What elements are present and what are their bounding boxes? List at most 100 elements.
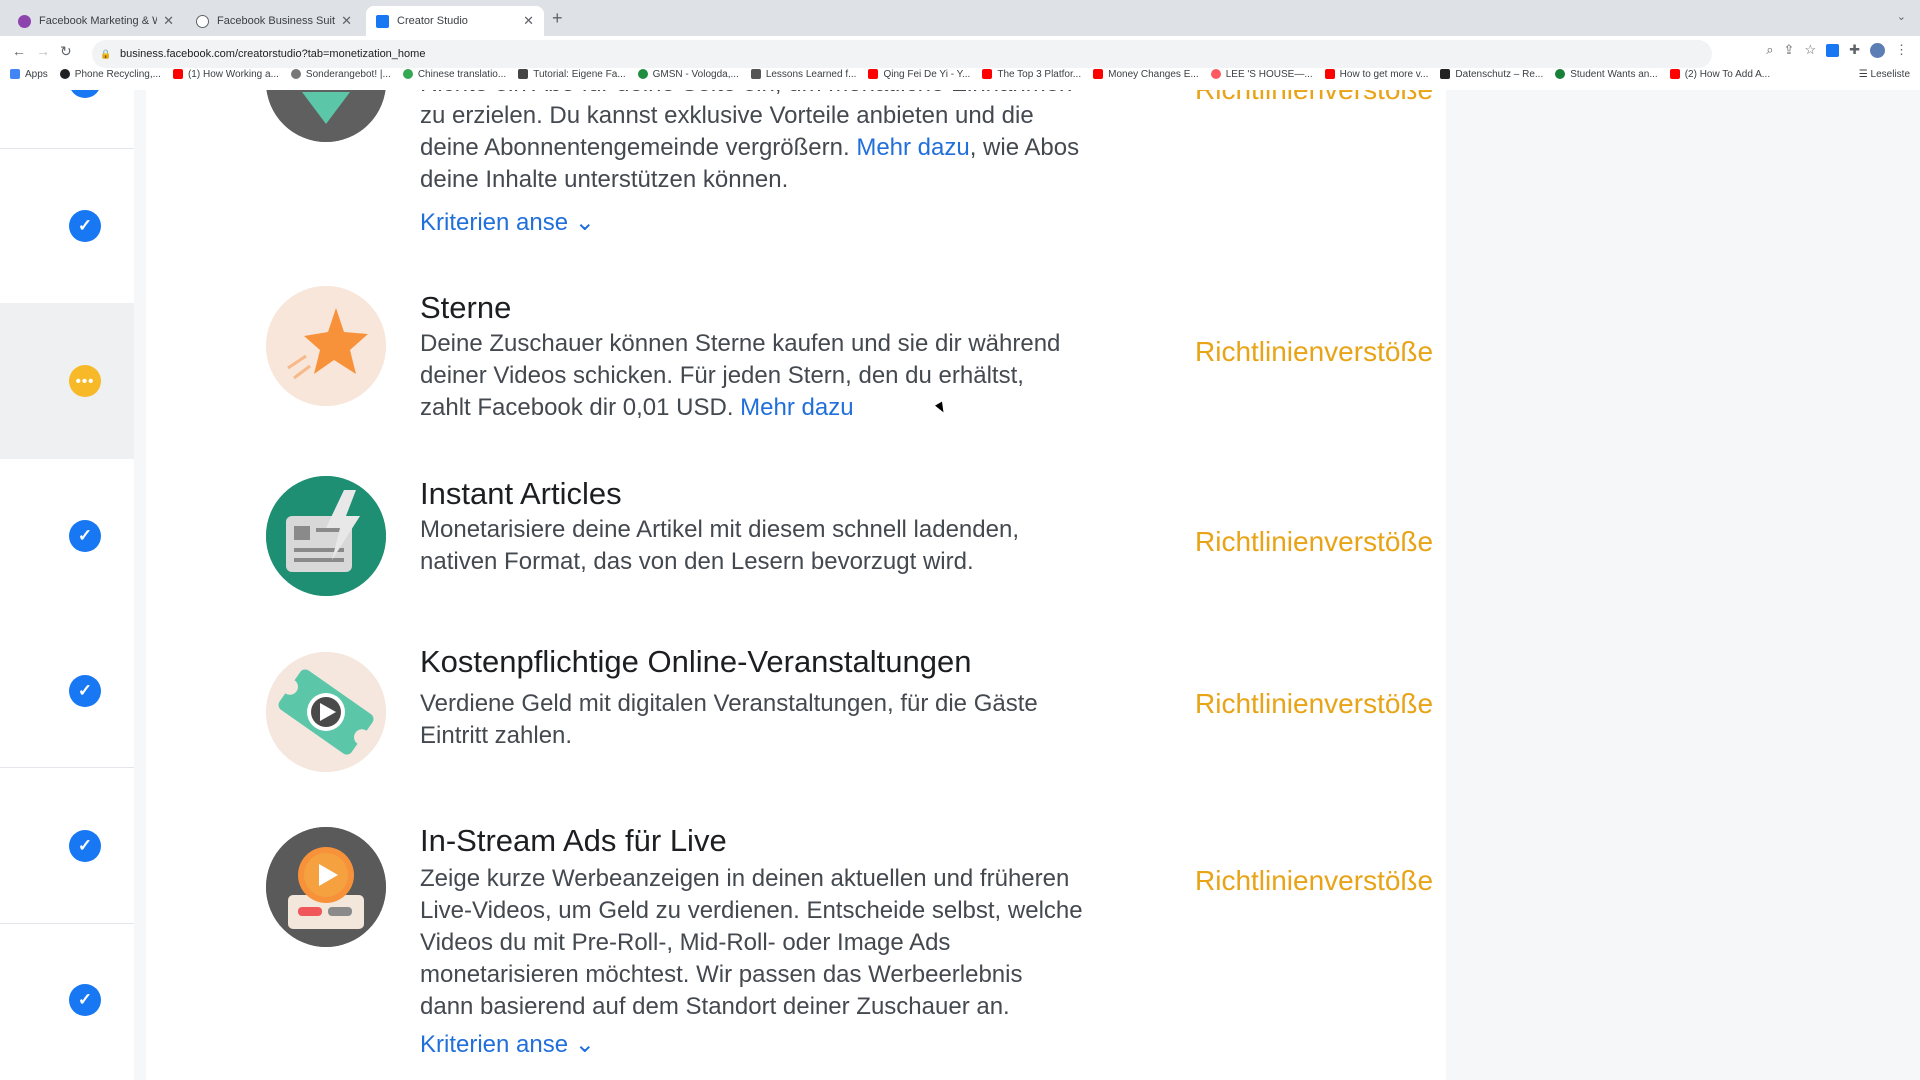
desc-line: Videos du mit Pre-Roll-, Mid-Roll- oder … bbox=[420, 929, 951, 956]
status-badge: Richtlinienverstöße bbox=[1195, 688, 1434, 719]
bookmark-item[interactable]: Lessons Learned f... bbox=[750, 68, 857, 80]
check-icon: ✓ bbox=[69, 830, 101, 862]
desc-text: , wie Abos bbox=[969, 134, 1080, 161]
close-icon[interactable]: ✕ bbox=[341, 13, 352, 29]
browser-tab-fb-marketing[interactable]: Facebook Marketing & Werbe... ✕ bbox=[8, 6, 184, 36]
youtube-icon bbox=[1093, 69, 1104, 79]
lightning-article-icon bbox=[266, 476, 386, 596]
in-stream-ads-thumbnail bbox=[266, 827, 386, 947]
status-rail: ✓ ✓ ••• ✓ ✓ ✓ ✓ bbox=[0, 90, 134, 1080]
bookmark-label: Apps bbox=[25, 68, 48, 80]
desc-line: Zeige kurze Werbeanzeigen in deinen aktu… bbox=[420, 865, 1070, 892]
bookmark-item[interactable]: Phone Recycling,... bbox=[59, 68, 161, 80]
check-icon: ✓ bbox=[69, 984, 101, 1016]
close-icon[interactable]: ✕ bbox=[163, 13, 174, 29]
extensions-icon[interactable]: ✚ bbox=[1849, 42, 1860, 58]
bookmark-label: (2) How To Add A... bbox=[1684, 68, 1771, 80]
bookmark-label: How to get more v... bbox=[1339, 68, 1429, 80]
bookmark-item[interactable]: The Top 3 Platfor... bbox=[982, 69, 1081, 80]
back-icon[interactable]: ← bbox=[12, 43, 26, 59]
reload-icon[interactable]: ↻ bbox=[60, 43, 72, 60]
bookmarks-bar: Apps Phone Recycling,... (1) How Working… bbox=[0, 60, 1920, 88]
learn-more-link[interactable]: Mehr dazu bbox=[856, 134, 969, 161]
rail-active-row bbox=[0, 303, 134, 459]
browser-tab-business-suite[interactable]: Facebook Business Suite ✕ bbox=[186, 6, 362, 36]
reading-list[interactable]: ☰ Leseliste bbox=[1859, 69, 1910, 80]
bookmark-item[interactable]: (1) How Working a... bbox=[172, 69, 279, 80]
tab-favicon-icon bbox=[18, 14, 31, 28]
facebook-extension-icon[interactable] bbox=[1826, 43, 1840, 57]
bookmark-item[interactable]: LEE 'S HOUSE—... bbox=[1210, 68, 1313, 80]
airbnb-icon bbox=[1210, 69, 1221, 79]
bookmark-item[interactable]: Sonderangebot! |... bbox=[290, 68, 391, 80]
check-icon: ✓ bbox=[69, 520, 101, 552]
site-icon bbox=[1440, 69, 1451, 79]
zoom-icon[interactable]: ⌕ bbox=[1766, 42, 1773, 58]
browser-tab-creator-studio[interactable]: Creator Studio ✕ bbox=[366, 6, 544, 36]
browser-tools: ⌕ ⇪ ☆ ✚ ⋮ bbox=[1766, 42, 1908, 58]
divider bbox=[0, 148, 134, 149]
site-icon bbox=[1555, 69, 1566, 79]
new-tab-icon[interactable]: + bbox=[552, 8, 563, 29]
check-icon: ✓ bbox=[69, 90, 101, 98]
youtube-icon bbox=[1324, 69, 1335, 79]
criteria-toggle[interactable]: Kriterien anse ⌄ bbox=[420, 208, 595, 237]
bookmark-item[interactable]: Money Changes E... bbox=[1093, 69, 1199, 80]
status-badge: Richtlinienverstöße bbox=[1195, 336, 1434, 367]
bookmark-label: Datenschutz – Re... bbox=[1455, 68, 1544, 80]
bookmark-label: GMSN - Vologda,... bbox=[652, 68, 739, 80]
bookmark-item[interactable]: Tutorial: Eigene Fa... bbox=[518, 68, 626, 80]
bookmark-label: Tutorial: Eigene Fa... bbox=[533, 68, 626, 80]
bookmark-item[interactable]: GMSN - Vologda,... bbox=[637, 68, 739, 80]
criteria-toggle[interactable]: Kriterien anse ⌄ bbox=[420, 1030, 595, 1059]
check-icon: ✓ bbox=[69, 210, 101, 242]
item-title: Kostenpflichtige Online-Veranstaltungen bbox=[420, 644, 972, 679]
menu-icon[interactable]: ⋮ bbox=[1895, 42, 1908, 58]
search-icon bbox=[59, 69, 70, 79]
tab-favicon-icon bbox=[376, 14, 389, 28]
bookmark-item[interactable]: How to get more v... bbox=[1324, 68, 1429, 80]
ticket-icon bbox=[266, 652, 386, 772]
learn-more-link[interactable]: Mehr dazu bbox=[740, 394, 853, 421]
site-icon bbox=[290, 69, 301, 79]
item-title: In-Stream Ads für Live bbox=[420, 823, 727, 858]
tab-search-icon[interactable]: ⌄ bbox=[1897, 10, 1906, 23]
desc-line: Richte ein Abo für deine Seite ein, um m… bbox=[420, 90, 1160, 100]
youtube-icon bbox=[982, 69, 993, 79]
bookmark-item[interactable]: Qing Fei De Yi - Y... bbox=[868, 69, 970, 80]
shield-icon bbox=[266, 90, 386, 142]
item-description: Richte ein Abo für deine Seite ein, um m… bbox=[420, 90, 1160, 196]
site-icon bbox=[750, 69, 761, 79]
reading-list-icon: ☰ bbox=[1858, 68, 1871, 80]
translate-icon bbox=[402, 69, 413, 79]
close-icon[interactable]: ✕ bbox=[523, 13, 534, 29]
bookmark-apps[interactable]: Apps bbox=[10, 69, 48, 80]
bookmark-label: Lessons Learned f... bbox=[765, 68, 857, 80]
item-title: Sterne bbox=[420, 290, 512, 325]
bookmark-item[interactable]: Chinese translatio... bbox=[402, 68, 507, 80]
forward-icon[interactable]: → bbox=[36, 43, 50, 59]
desc-line: deine Abonnentengemeinde vergrößern. Meh… bbox=[420, 132, 1160, 164]
stars-thumbnail bbox=[266, 286, 386, 406]
site-icon bbox=[637, 69, 648, 79]
reading-list-label: Leseliste bbox=[1870, 68, 1910, 80]
tab-title: Creator Studio bbox=[397, 15, 468, 27]
creator-studio-page: ✓ ✓ ••• ✓ ✓ ✓ ✓ Richte ein Abo für deine… bbox=[0, 90, 1920, 1080]
share-icon[interactable]: ⇪ bbox=[1784, 42, 1795, 58]
bookmark-item[interactable]: (2) How To Add A... bbox=[1669, 68, 1771, 80]
desc-line: nativen Format, das von den Lesern bevor… bbox=[420, 548, 974, 575]
desc-line: zahlt Facebook dir 0,01 USD. Mehr dazu bbox=[420, 392, 1160, 424]
desc-line: Monetarisiere deine Artikel mit diesem s… bbox=[420, 516, 1019, 543]
bookmark-item[interactable]: Datenschutz – Re... bbox=[1440, 69, 1543, 80]
item-description: Deine Zuschauer können Sterne kaufen und… bbox=[420, 328, 1160, 424]
bookmark-label: Chinese translatio... bbox=[417, 68, 507, 80]
bookmark-star-icon[interactable]: ☆ bbox=[1804, 42, 1816, 58]
bookmark-label: Phone Recycling,... bbox=[74, 68, 161, 80]
bookmark-label: LEE 'S HOUSE—... bbox=[1225, 68, 1313, 80]
bookmark-label: Sonderangebot! |... bbox=[305, 68, 391, 80]
paid-events-thumbnail bbox=[266, 652, 386, 772]
item-title: Instant Articles bbox=[420, 476, 622, 511]
item-description: Verdiene Geld mit digitalen Veranstaltun… bbox=[420, 688, 1160, 752]
bookmark-item[interactable]: Student Wants an... bbox=[1555, 69, 1658, 80]
profile-avatar[interactable] bbox=[1870, 42, 1885, 58]
